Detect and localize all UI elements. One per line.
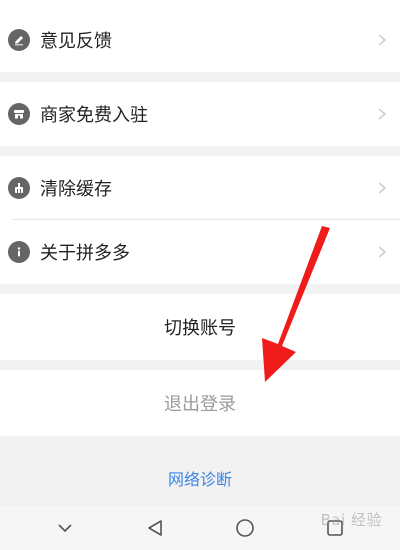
menu-item-label: 关于拼多多: [40, 243, 130, 264]
switch-account-button[interactable]: 切换账号: [0, 294, 400, 360]
back-icon[interactable]: [50, 513, 80, 543]
info-icon: [8, 241, 30, 263]
menu-item-clear-cache[interactable]: 清除缓存: [0, 156, 400, 220]
chevron-right-icon: [376, 34, 388, 46]
menu-item-label: 商家免费入驻: [40, 105, 148, 126]
broom-icon: [8, 177, 30, 199]
home-circle-icon[interactable]: [230, 513, 260, 543]
store-icon: [8, 103, 30, 125]
menu-item-feedback[interactable]: 意见反馈: [0, 8, 400, 72]
triangle-back-icon[interactable]: [140, 513, 170, 543]
chevron-right-icon: [376, 246, 388, 258]
chevron-right-icon: [376, 182, 388, 194]
menu-item-about[interactable]: 关于拼多多: [0, 220, 400, 284]
menu-item-merchant-join[interactable]: 商家免费入驻: [0, 82, 400, 146]
menu-item-label: 意见反馈: [40, 31, 112, 52]
baidu-jingyan-watermark: Bai 经验: [320, 511, 382, 529]
chevron-right-icon: [376, 108, 388, 120]
pencil-icon: [8, 29, 30, 51]
logout-button[interactable]: 退出登录: [0, 370, 400, 436]
menu-item-label: 清除缓存: [40, 179, 112, 200]
